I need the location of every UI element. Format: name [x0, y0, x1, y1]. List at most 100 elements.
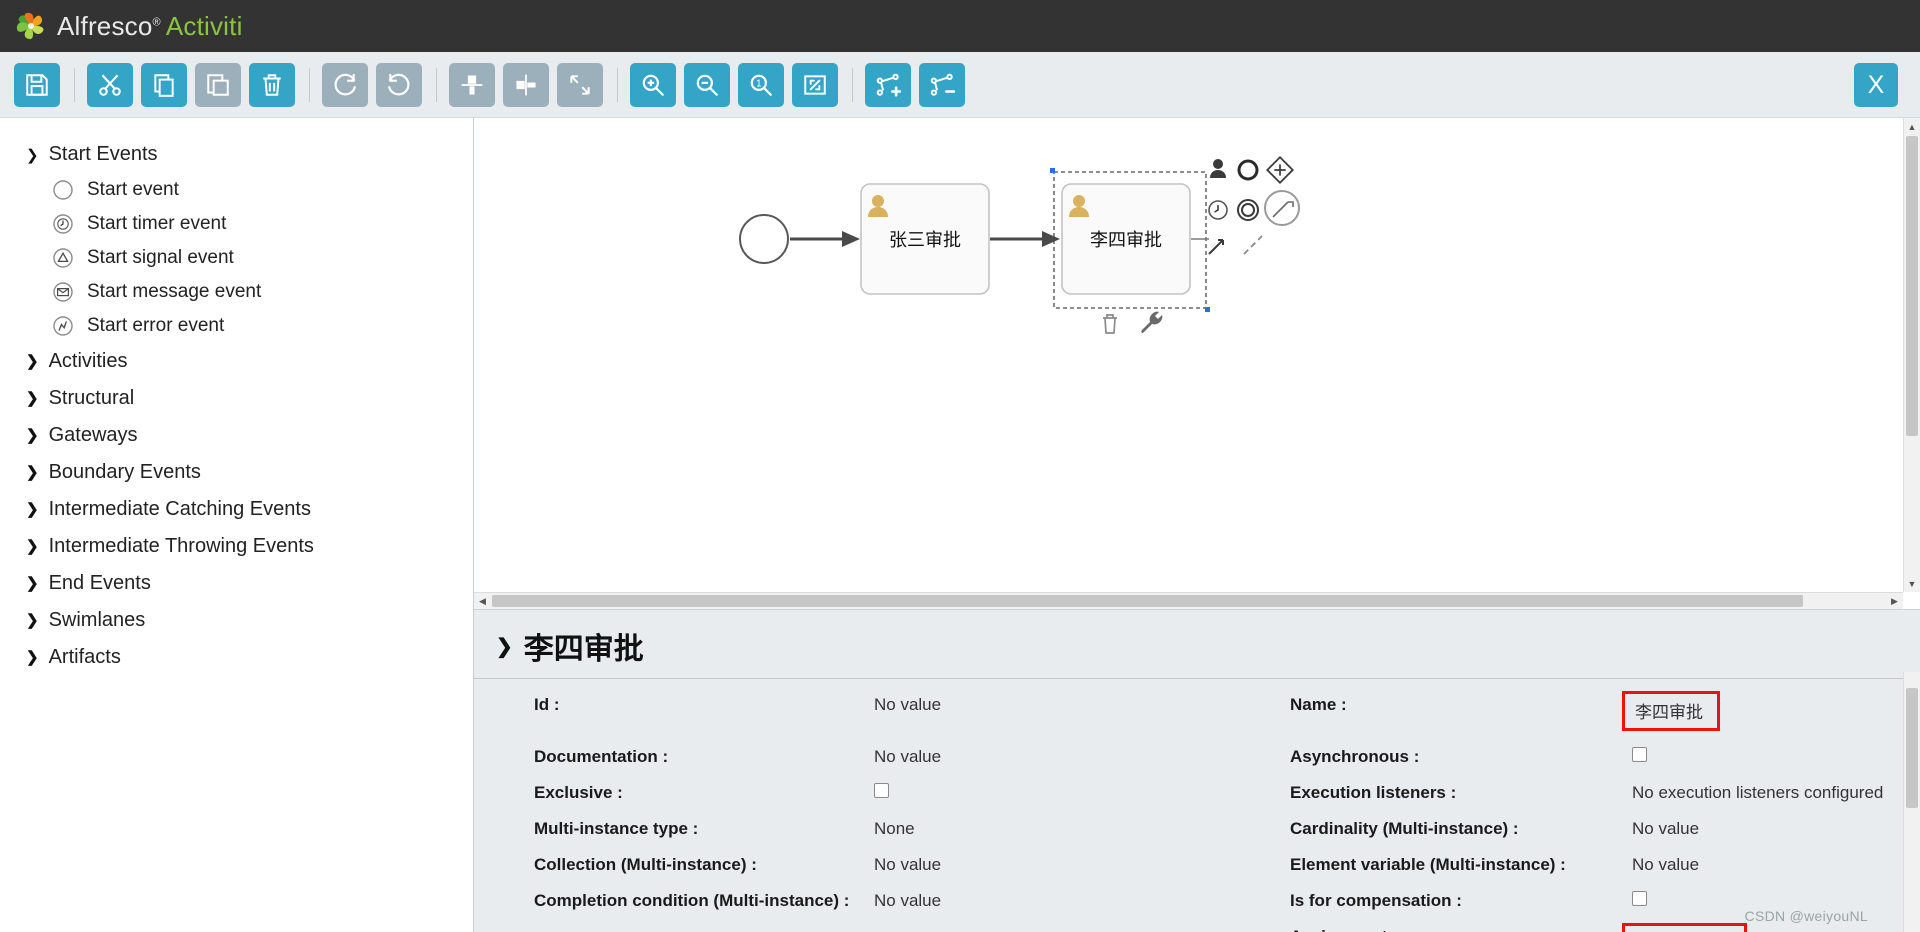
quickmenu-arrow-icon [1208, 239, 1224, 255]
quickmenu-sequence-flow-icon [1264, 190, 1300, 226]
chevron-right-icon: ❯ [26, 538, 39, 555]
property-value-documentation[interactable]: No value [874, 739, 1230, 775]
palette-group-start-events[interactable]: ❯ Start Events [0, 136, 473, 173]
palette-group-end-events[interactable]: ❯ End Events [0, 565, 473, 602]
palette-group-artifacts[interactable]: ❯ Artifacts [0, 639, 473, 676]
circle-icon [52, 179, 74, 201]
paste-icon [205, 72, 231, 98]
property-value-element-variable[interactable]: No value [1632, 847, 1920, 883]
scroll-right-arrow-icon[interactable]: ▶ [1886, 593, 1903, 609]
scroll-up-arrow-icon[interactable]: ▲ [1904, 118, 1920, 135]
brand-activiti: Activiti [165, 10, 243, 41]
zoom-in-button[interactable] [630, 62, 676, 107]
palette-group-boundary-events[interactable]: ❯ Boundary Events [0, 454, 473, 491]
quickmenu-gateway-icon [1265, 155, 1295, 185]
add-bendpoint-button[interactable] [865, 62, 911, 107]
property-label-asynchronous: Asynchronous : [1290, 747, 1420, 766]
user-task-label-2: 李四审批 [1090, 230, 1162, 250]
brand-alfresco: Alfresco [57, 10, 153, 41]
editor-body: ❯ Start Events Start event Start timer e… [0, 118, 1920, 932]
properties-vertical-scrollbar[interactable] [1903, 672, 1920, 932]
delete-button[interactable] [249, 62, 295, 107]
property-label-element-variable: Element variable (Multi-instance) : [1290, 855, 1566, 874]
chevron-right-icon: ❯ [26, 649, 39, 666]
app-logo[interactable]: Alfresco® Activiti [14, 9, 243, 43]
palette-item-start-event[interactable]: Start event [0, 173, 473, 207]
copy-button[interactable] [141, 62, 187, 107]
canvas-vertical-scrollbar[interactable]: ▲ ▼ [1903, 118, 1920, 592]
chevron-right-icon: ❯ [26, 501, 39, 518]
palette-group-gateways[interactable]: ❯ Gateways [0, 417, 473, 454]
palette-group-label: Activities [48, 350, 128, 372]
palette-group-swimlanes[interactable]: ❯ Swimlanes [0, 602, 473, 639]
stencil-palette: ❯ Start Events Start event Start timer e… [0, 118, 474, 932]
property-value-execution-listeners[interactable]: No execution listeners configured [1632, 775, 1920, 811]
chevron-down-icon: ❯ [26, 147, 39, 164]
property-value-multi-instance-type[interactable]: None [874, 811, 1230, 847]
canvas-surface[interactable]: 张三审批 李四审批 [474, 118, 1920, 609]
property-value-asynchronous [1632, 739, 1920, 775]
properties-vscroll-thumb[interactable] [1906, 688, 1918, 808]
zoom-out-button[interactable] [684, 62, 730, 107]
align-vertical-button[interactable] [449, 62, 495, 107]
toolbar-separator [436, 67, 437, 102]
palette-item-start-message-event[interactable]: Start message event [0, 275, 473, 309]
cut-button[interactable] [87, 62, 133, 107]
zoom-actual-button[interactable]: 1 [738, 62, 784, 107]
canvas-wrench-icon [1141, 311, 1163, 333]
envelope-icon [52, 281, 74, 303]
palette-item-start-timer-event[interactable]: Start timer event [0, 207, 473, 241]
property-label-name: Name : [1290, 695, 1347, 714]
toolbar-separator [309, 67, 310, 102]
paste-button[interactable] [195, 62, 241, 107]
is-for-compensation-checkbox[interactable] [1632, 891, 1647, 906]
copy-icon [151, 72, 177, 98]
palette-group-intermediate-catching-events[interactable]: ❯ Intermediate Catching Events [0, 491, 473, 528]
properties-table: Id : No value Name : 李四审批 Documentation … [474, 678, 1920, 932]
spacer-label [534, 919, 874, 932]
canvas-vscroll-thumb[interactable] [1906, 136, 1918, 436]
zoom-fit-icon [802, 72, 828, 98]
align-horizontal-button[interactable] [503, 62, 549, 107]
properties-header[interactable]: ❯ 李四审批 [474, 610, 1920, 678]
undo-button[interactable] [376, 62, 422, 107]
palette-group-activities[interactable]: ❯ Activities [0, 343, 473, 380]
remove-bendpoint-icon [929, 72, 955, 98]
palette-item-start-error-event[interactable]: Start error event [0, 309, 473, 343]
property-value-name[interactable]: 李四审批 [1622, 691, 1720, 731]
same-size-button[interactable] [557, 62, 603, 107]
palette-item-label: Start timer event [87, 213, 227, 234]
properties-title: 李四审批 [523, 633, 644, 666]
properties-panel: ❯ 李四审批 Id : No value Name : 李四审批 Documen… [474, 610, 1920, 932]
save-button[interactable] [14, 62, 60, 107]
property-value-completion-condition[interactable]: No value [874, 883, 1230, 919]
palette-group-intermediate-throwing-events[interactable]: ❯ Intermediate Throwing Events [0, 528, 473, 565]
asynchronous-checkbox[interactable] [1632, 747, 1647, 762]
property-label-cardinality: Cardinality (Multi-instance) : [1290, 819, 1519, 838]
exclusive-checkbox[interactable] [874, 783, 889, 798]
remove-bendpoint-button[interactable] [919, 62, 965, 107]
bpmn-canvas[interactable]: 张三审批 李四审批 ▲ ▼ ◀ ▶ [474, 118, 1920, 610]
property-value-collection[interactable]: No value [874, 847, 1230, 883]
canvas-horizontal-scrollbar[interactable]: ◀ ▶ [474, 592, 1903, 609]
palette-group-structural[interactable]: ❯ Structural [0, 380, 473, 417]
property-value-id[interactable]: No value [874, 687, 1230, 739]
property-value-cardinality[interactable]: No value [1632, 811, 1920, 847]
palette-item-start-signal-event[interactable]: Start signal event [0, 241, 473, 275]
close-editor-button[interactable]: X [1854, 63, 1898, 107]
quickmenu-end-event-icon [1237, 199, 1259, 221]
redo-button[interactable] [322, 62, 368, 107]
scroll-left-arrow-icon[interactable]: ◀ [474, 593, 491, 609]
property-label-exclusive: Exclusive : [534, 783, 623, 802]
canvas-hscroll-thumb[interactable] [492, 595, 1803, 607]
chevron-right-icon: ❯ [26, 353, 39, 370]
property-value-assignments[interactable]: Assignee lisi [1622, 923, 1747, 932]
zoom-actual-icon: 1 [748, 72, 774, 98]
scroll-down-arrow-icon[interactable]: ▼ [1904, 575, 1920, 592]
zoom-fit-button[interactable] [792, 62, 838, 107]
